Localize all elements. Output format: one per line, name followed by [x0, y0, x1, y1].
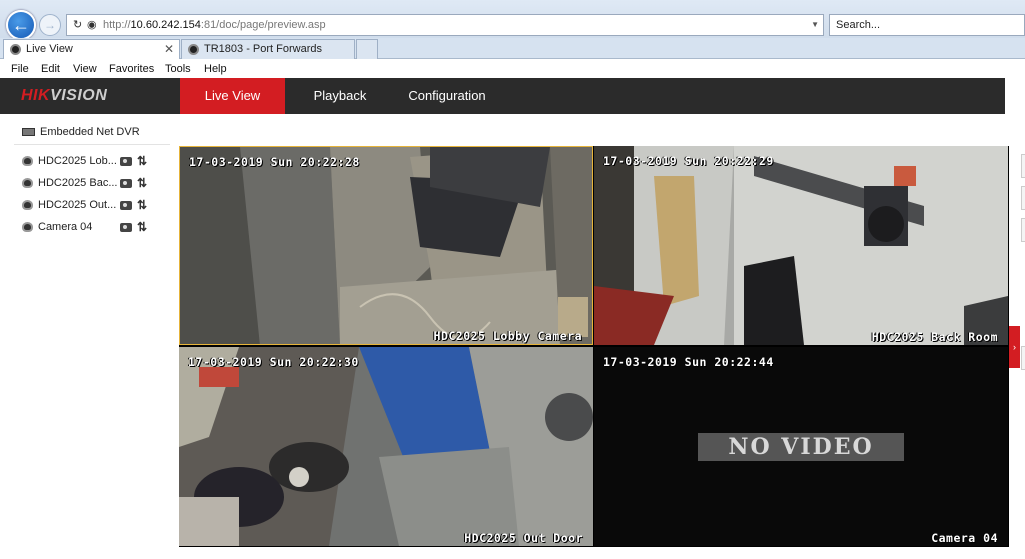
menu-view[interactable]: View: [73, 63, 97, 75]
osd-camera-name: HDC2025 Back Room: [871, 330, 998, 344]
camera-label: HDC2025 Lob...: [38, 155, 117, 167]
tree-camera-2[interactable]: HDC2025 Bac... ⇅: [22, 176, 162, 192]
tree-camera-3[interactable]: HDC2025 Out... ⇅: [22, 198, 162, 214]
logo-red-part: HIK: [21, 87, 51, 104]
tab-port-forwards[interactable]: TR1803 - Port Forwards: [181, 39, 355, 59]
osd-camera-name: HDC2025 Lobby Camera: [433, 329, 582, 343]
camera-icon: [22, 222, 33, 232]
right-panel-button[interactable]: [1021, 218, 1025, 242]
out-door-camera-feed: [179, 347, 593, 546]
video-tile-2[interactable]: 17-03-2019 Sun 20:22:29 HDC2025 Back Roo…: [594, 146, 1008, 345]
router-favicon-icon: [188, 44, 199, 55]
browser-address-bar: ← → ↻ ◉ http://10.60.242.154:81/doc/page…: [0, 0, 1025, 40]
collapse-panel-button[interactable]: ›: [1009, 326, 1020, 368]
header-right-edge: [1005, 78, 1025, 114]
chevron-right-icon: ›: [1013, 342, 1016, 352]
browser-tab-strip: Live View ✕ TR1803 - Port Forwards: [0, 38, 1025, 59]
live-view-grid: 17-03-2019 Sun 20:22:28 HDC2025 Lobby Ca…: [179, 146, 1009, 547]
camera-label: HDC2025 Bac...: [38, 177, 118, 189]
back-button[interactable]: ←: [6, 10, 36, 40]
ptz-icon[interactable]: ⇅: [137, 220, 147, 234]
nav-playback[interactable]: Playback: [295, 78, 385, 114]
camera-icon: [22, 178, 33, 188]
camera-label: HDC2025 Out...: [38, 199, 117, 211]
camera-label: Camera 04: [38, 221, 93, 233]
menu-tools[interactable]: Tools: [165, 63, 191, 75]
record-icon[interactable]: [120, 201, 132, 210]
url-host: 10.60.242.154: [130, 19, 201, 31]
osd-timestamp: 17-03-2019 Sun 20:22:44: [603, 355, 774, 369]
video-tile-3[interactable]: 17-03-2019 Sun 20:22:30 HDC2025 Out Door: [179, 347, 593, 546]
new-tab-button[interactable]: [356, 39, 378, 59]
tree-camera-1[interactable]: HDC2025 Lob... ⇅: [22, 154, 162, 170]
record-icon[interactable]: [120, 223, 132, 232]
back-room-camera-feed: [594, 146, 1008, 345]
menu-favorites[interactable]: Favorites: [109, 63, 154, 75]
url-input[interactable]: ↻ ◉ http://10.60.242.154:81/doc/page/pre…: [66, 14, 824, 36]
no-video-label: NO VIDEO: [698, 433, 904, 461]
osd-timestamp: 17-03-2019 Sun 20:22:28: [189, 155, 360, 169]
device-tree: Embedded Net DVR HDC2025 Lob... ⇅ HDC202…: [0, 114, 175, 559]
url-path: :81/doc/page/preview.asp: [200, 19, 326, 31]
tab-live-view[interactable]: Live View ✕: [3, 39, 180, 59]
device-label: Embedded Net DVR: [40, 126, 140, 138]
video-tile-4[interactable]: 17-03-2019 Sun 20:22:44 NO VIDEO Camera …: [594, 347, 1008, 546]
osd-timestamp: 17-03-2019 Sun 20:22:29: [603, 154, 774, 168]
site-icon: ◉: [87, 19, 97, 31]
ptz-icon[interactable]: ⇅: [137, 198, 147, 212]
osd-timestamp: 17-03-2019 Sun 20:22:30: [188, 355, 359, 369]
menu-help[interactable]: Help: [204, 63, 227, 75]
menu-edit[interactable]: Edit: [41, 63, 60, 75]
forward-button[interactable]: →: [39, 14, 61, 36]
url-text: http://10.60.242.154:81/doc/page/preview…: [103, 19, 326, 31]
arrow-left-icon: ←: [12, 14, 30, 35]
dvr-icon: [22, 128, 35, 136]
tree-camera-4[interactable]: Camera 04 ⇅: [22, 220, 162, 236]
nav-configuration[interactable]: Configuration: [395, 78, 499, 114]
refresh-icon[interactable]: ↻: [73, 18, 82, 31]
camera-favicon-icon: [10, 44, 21, 55]
record-icon[interactable]: [120, 179, 132, 188]
camera-icon: [22, 200, 33, 210]
browser-menu-bar: File Edit View Favorites Tools Help: [0, 60, 1025, 78]
nav-live-view[interactable]: Live View: [180, 78, 285, 114]
arrow-right-icon: →: [44, 18, 56, 32]
right-panel-button[interactable]: [1021, 186, 1025, 210]
preview-toolbar: [179, 549, 1009, 559]
search-input[interactable]: Search...: [829, 14, 1025, 36]
tab-label: Live View: [26, 43, 73, 55]
ptz-icon[interactable]: ⇅: [137, 176, 147, 190]
url-dropdown-icon[interactable]: ▼: [811, 20, 819, 29]
record-icon[interactable]: [120, 157, 132, 166]
tree-divider: [14, 144, 170, 145]
hikvision-logo: HIKVISION: [21, 87, 107, 105]
url-prefix: http://: [103, 19, 131, 31]
osd-camera-name: HDC2025 Out Door: [464, 531, 583, 545]
app-header: HIKVISION Live View Playback Configurati…: [0, 78, 1025, 114]
right-panel-button[interactable]: [1021, 346, 1025, 370]
tab-label: TR1803 - Port Forwards: [204, 43, 322, 55]
close-tab-icon[interactable]: ✕: [164, 42, 174, 56]
right-panel-button[interactable]: [1021, 154, 1025, 178]
search-placeholder: Search...: [836, 19, 881, 31]
osd-camera-name: Camera 04: [931, 531, 998, 545]
logo-grey-part: VISION: [50, 87, 108, 104]
ptz-icon[interactable]: ⇅: [137, 154, 147, 168]
video-tile-1[interactable]: 17-03-2019 Sun 20:22:28 HDC2025 Lobby Ca…: [179, 146, 593, 345]
tree-device-node[interactable]: Embedded Net DVR: [22, 126, 140, 138]
camera-icon: [22, 156, 33, 166]
lobby-camera-feed: [180, 147, 592, 344]
menu-file[interactable]: File: [11, 63, 29, 75]
